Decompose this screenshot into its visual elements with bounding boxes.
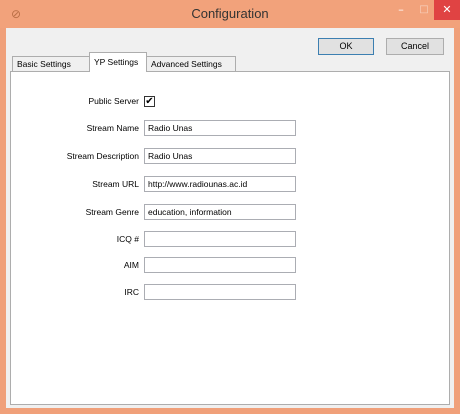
configuration-window: ⊘ Configuration – □ ✕ OK Cancel Basic Se… xyxy=(0,0,460,414)
aim-label-box: AIM xyxy=(11,258,139,274)
title-bar[interactable]: ⊘ Configuration – □ ✕ xyxy=(0,0,460,28)
stream-description-input[interactable]: Radio Unas xyxy=(144,148,296,164)
stream-url-label: Stream URL xyxy=(92,179,139,189)
yp-settings-panel: Public Server ✔ Stream Name Radio Unas S… xyxy=(10,71,450,405)
public-server-label-box: Public Server xyxy=(11,94,139,110)
dialog-client-area: OK Cancel Basic Settings YP Settings Adv… xyxy=(6,28,454,408)
stream-genre-label: Stream Genre xyxy=(85,207,139,217)
stream-name-label-box: Stream Name xyxy=(11,121,139,137)
aim-label: AIM xyxy=(123,260,139,270)
public-server-label: Public Server xyxy=(88,96,139,106)
stream-genre-input[interactable]: education, information xyxy=(144,204,296,220)
stream-name-input[interactable]: Radio Unas xyxy=(144,120,296,136)
icq-label: ICQ # xyxy=(116,234,139,244)
irc-label-box: IRC xyxy=(11,285,139,301)
ok-button[interactable]: OK xyxy=(318,38,374,55)
stream-url-input[interactable]: http://www.radiounas.ac.id xyxy=(144,176,296,192)
irc-label: IRC xyxy=(124,287,139,297)
stream-description-label-box: Stream Description xyxy=(11,149,139,165)
tab-yp-settings[interactable]: YP Settings xyxy=(89,52,147,72)
aim-input[interactable] xyxy=(144,257,296,273)
minimize-button[interactable]: – xyxy=(388,0,414,20)
stream-name-label: Stream Name xyxy=(86,123,139,133)
close-button[interactable]: ✕ xyxy=(434,0,460,20)
icq-label-box: ICQ # xyxy=(11,232,139,248)
tab-advanced-settings[interactable]: Advanced Settings xyxy=(146,56,236,72)
tab-basic-settings[interactable]: Basic Settings xyxy=(12,56,90,72)
public-server-checkbox[interactable]: ✔ xyxy=(144,96,155,107)
maximize-button[interactable]: □ xyxy=(414,0,434,20)
icq-input[interactable] xyxy=(144,231,296,247)
stream-url-label-box: Stream URL xyxy=(11,177,139,193)
irc-input[interactable] xyxy=(144,284,296,300)
stream-description-label: Stream Description xyxy=(66,151,139,161)
stream-genre-label-box: Stream Genre xyxy=(11,205,139,221)
cancel-button[interactable]: Cancel xyxy=(386,38,444,55)
